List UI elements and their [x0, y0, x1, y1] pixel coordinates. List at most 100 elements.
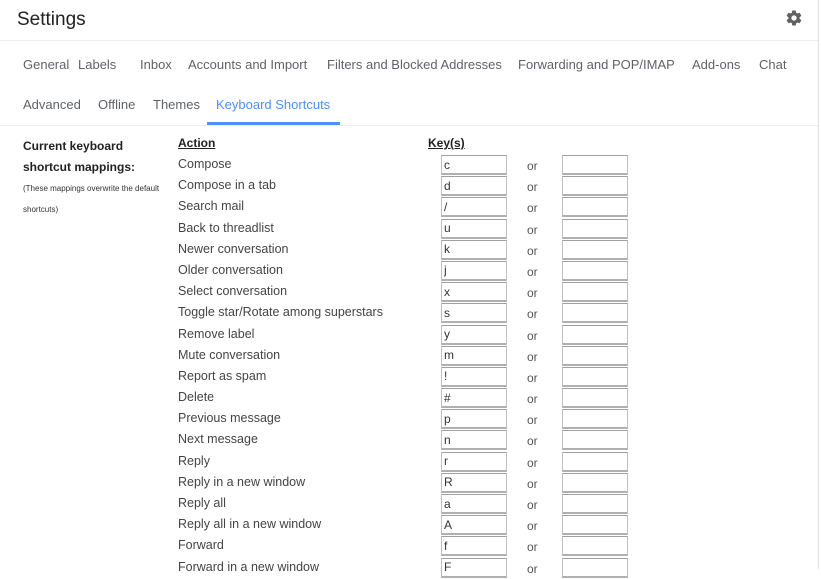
or-label: or	[527, 201, 538, 216]
tab-forwarding[interactable]: Forwarding and POP/IMAP	[518, 57, 675, 72]
alternate-key-input[interactable]	[562, 515, 628, 536]
primary-key-input[interactable]	[441, 451, 507, 472]
active-tab-indicator	[207, 122, 340, 125]
alternate-key-input[interactable]	[562, 218, 628, 239]
or-label: or	[527, 307, 538, 322]
shortcut-row: Next message or	[0, 430, 818, 451]
primary-key-input[interactable]	[441, 197, 507, 218]
shortcut-row: Report as spam or	[0, 366, 818, 388]
shortcut-row: Compose in a tab or	[0, 176, 818, 197]
shortcut-action: Previous message	[178, 411, 281, 426]
alternate-key-input[interactable]	[562, 494, 628, 514]
alternate-key-input[interactable]	[562, 282, 628, 303]
alternate-key-input[interactable]	[562, 324, 628, 345]
tab-offline[interactable]: Offline	[98, 97, 135, 112]
shortcut-action: Back to threadlist	[178, 220, 274, 235]
or-label: or	[527, 392, 538, 407]
or-label: or	[527, 349, 538, 364]
primary-key-input[interactable]	[441, 303, 507, 324]
or-label: or	[527, 286, 538, 301]
tab-labels[interactable]: Labels	[78, 57, 116, 72]
page-title: Settings	[17, 9, 86, 30]
primary-key-input[interactable]	[441, 176, 507, 197]
primary-key-input[interactable]	[441, 515, 507, 536]
tab-add-ons[interactable]: Add-ons	[692, 57, 740, 72]
tab-general[interactable]: General	[23, 57, 69, 72]
primary-key-input[interactable]	[441, 155, 507, 175]
shortcut-row: Newer conversation or	[0, 239, 818, 261]
alternate-key-input[interactable]	[562, 155, 628, 175]
alternate-key-input[interactable]	[562, 536, 628, 557]
settings-header: Settings	[0, 0, 818, 41]
alternate-key-input[interactable]	[562, 303, 628, 324]
shortcut-row: Reply all in a new window or	[0, 515, 818, 536]
alternate-key-input[interactable]	[562, 451, 628, 472]
tab-keyboard-shortcuts[interactable]: Keyboard Shortcuts	[216, 97, 330, 112]
or-label: or	[527, 264, 538, 279]
or-label: or	[527, 328, 538, 343]
primary-key-input[interactable]	[441, 282, 507, 303]
tab-advanced[interactable]: Advanced	[23, 97, 81, 112]
primary-key-input[interactable]	[441, 536, 507, 557]
shortcut-action: Compose in a tab	[178, 178, 276, 193]
shortcut-row: Remove label or	[0, 324, 818, 346]
shortcut-action: Mute conversation	[178, 347, 281, 362]
shortcut-action: Search mail	[178, 199, 244, 214]
alternate-key-input[interactable]	[562, 197, 628, 218]
action-column-header: Action	[178, 136, 216, 150]
shortcut-row: Reply in a new window or	[0, 472, 818, 494]
shortcut-row: Previous message or	[0, 409, 818, 430]
alternate-key-input[interactable]	[562, 430, 628, 451]
primary-key-input[interactable]	[441, 388, 507, 409]
shortcut-action: Forward in a new window	[178, 559, 320, 574]
primary-key-input[interactable]	[441, 557, 507, 578]
tab-filters[interactable]: Filters and Blocked Addresses	[327, 57, 502, 72]
alternate-key-input[interactable]	[562, 557, 628, 578]
alternate-key-input[interactable]	[562, 472, 628, 493]
primary-key-input[interactable]	[441, 472, 507, 493]
shortcut-action: Reply in a new window	[178, 474, 306, 489]
shortcut-action: Compose	[178, 157, 232, 171]
shortcut-row: Reply all or	[0, 494, 818, 515]
shortcut-action: Delete	[178, 390, 215, 405]
primary-key-input[interactable]	[441, 239, 507, 260]
alternate-key-input[interactable]	[562, 239, 628, 260]
tab-chat[interactable]: Chat	[759, 57, 786, 72]
primary-key-input[interactable]	[441, 430, 507, 451]
shortcut-row: Reply or	[0, 451, 818, 473]
alternate-key-input[interactable]	[562, 260, 628, 281]
alternate-key-input[interactable]	[562, 345, 628, 366]
primary-key-input[interactable]	[441, 409, 507, 430]
shortcut-action: Reply all	[178, 496, 226, 510]
or-label: or	[527, 413, 538, 428]
or-label: or	[527, 222, 538, 237]
tab-accounts-and-import[interactable]: Accounts and Import	[188, 57, 307, 72]
shortcut-row: Mute conversation or	[0, 345, 818, 367]
shortcut-action: Reply all in a new window	[178, 517, 322, 532]
primary-key-input[interactable]	[441, 260, 507, 281]
primary-key-input[interactable]	[441, 324, 507, 345]
tab-themes[interactable]: Themes	[153, 97, 200, 112]
shortcut-row: Select conversation or	[0, 282, 818, 303]
primary-key-input[interactable]	[441, 345, 507, 366]
primary-key-input[interactable]	[441, 218, 507, 239]
primary-key-input[interactable]	[441, 494, 507, 514]
settings-tabs: General Labels Inbox Accounts and Import…	[0, 41, 818, 126]
primary-key-input[interactable]	[441, 366, 507, 387]
or-label: or	[527, 159, 538, 173]
shortcut-row: Forward in a new windowor	[0, 557, 818, 579]
alternate-key-input[interactable]	[562, 176, 628, 197]
shortcut-action: Forward	[178, 538, 224, 553]
shortcut-action: Next message	[178, 432, 258, 447]
or-label: or	[527, 434, 538, 449]
keys-column-header: Key(s)	[428, 136, 465, 150]
or-label: or	[527, 243, 538, 258]
shortcut-action: Report as spam	[178, 368, 267, 383]
alternate-key-input[interactable]	[562, 388, 628, 409]
tab-inbox[interactable]: Inbox	[140, 57, 172, 72]
shortcut-row: Compose or	[0, 155, 818, 176]
alternate-key-input[interactable]	[562, 409, 628, 430]
gear-icon[interactable]	[785, 9, 803, 27]
shortcut-action: Remove label	[178, 326, 255, 341]
alternate-key-input[interactable]	[562, 366, 628, 387]
